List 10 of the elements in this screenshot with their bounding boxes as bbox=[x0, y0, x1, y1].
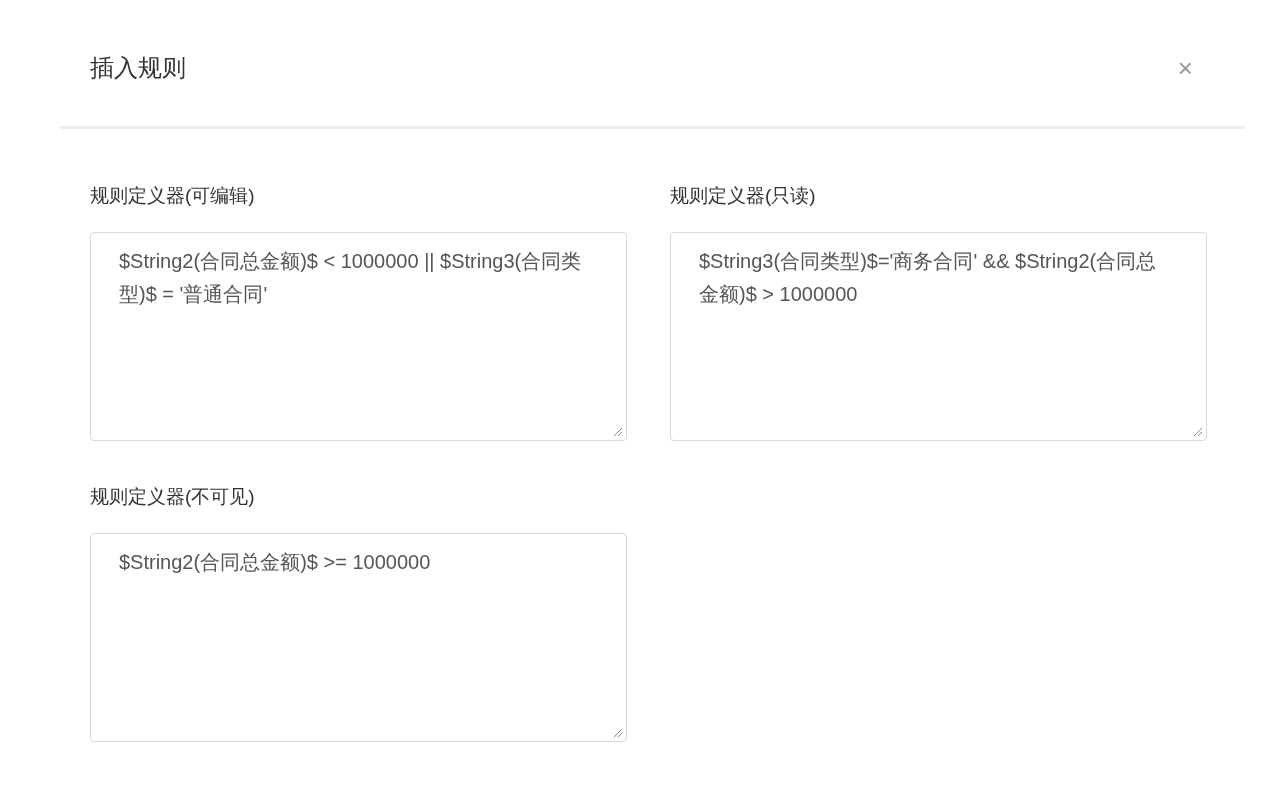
dialog-title: 插入规则 bbox=[90, 53, 186, 83]
rule-text-area[interactable]: $String2(合同总金额)$ >= 1000000 bbox=[90, 533, 627, 742]
rule-text-area[interactable]: $String3(合同类型)$='商务合同' && $String2(合同总金额)$ > 1000000 bbox=[670, 232, 1207, 441]
field-label: 规则定义器(只读) bbox=[670, 184, 816, 208]
resize-handle-icon[interactable] bbox=[613, 728, 623, 738]
field-label: 规则定义器(不可见) bbox=[90, 485, 255, 509]
field-label: 规则定义器(可编辑) bbox=[90, 184, 255, 208]
rule-text-area[interactable]: $String2(合同总金额)$ < 1000000 || $String3(合同类型)$ = '普通合同' bbox=[90, 232, 627, 441]
resize-handle-icon[interactable] bbox=[1193, 427, 1203, 437]
resize-handle-icon[interactable] bbox=[613, 427, 623, 437]
